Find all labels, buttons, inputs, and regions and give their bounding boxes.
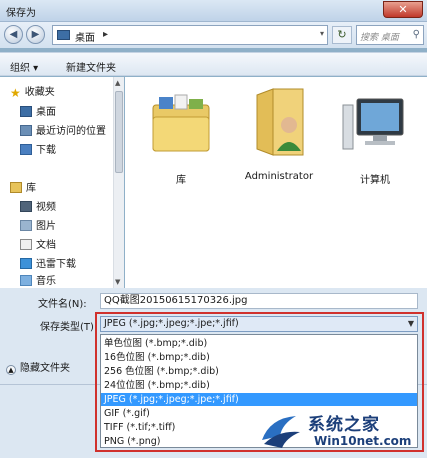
filename-label: 文件名(N):	[38, 299, 87, 310]
sidebar-item-downloads[interactable]: 下载	[20, 143, 56, 159]
refresh-button[interactable]: ↻	[332, 26, 352, 44]
hide-folders-toggle[interactable]: ▲ 隐藏文件夹	[6, 359, 70, 375]
navigation-bar: ◀ ▶ 桌面 ▸ ▾ ↻ 搜索 桌面 ⚲	[0, 22, 427, 48]
back-button[interactable]: ◀	[4, 25, 23, 44]
thunder-download-icon	[20, 258, 32, 269]
desktop-icon	[20, 106, 32, 117]
navigation-pane: ★ 收藏夹 桌面 最近访问的位置 下载 库 视频 图片 文档 迅雷下载 音乐 ▲ …	[0, 77, 124, 288]
address-bar[interactable]: 桌面 ▸ ▾	[52, 25, 328, 45]
music-icon	[20, 275, 32, 286]
chevron-up-icon: ▲	[6, 365, 16, 375]
sidebar-item-recent-places[interactable]: 最近访问的位置	[20, 124, 106, 140]
tile-computer[interactable]: 计算机	[331, 83, 419, 187]
command-toolbar: 组织 ▾ 新建文件夹	[0, 52, 427, 76]
sidebar-item-thunder-download[interactable]: 迅雷下载	[20, 257, 76, 273]
sidebar-item-favorites[interactable]: ★ 收藏夹	[10, 85, 55, 101]
search-box[interactable]: 搜索 桌面 ⚲	[356, 25, 424, 45]
sidebar-item-pictures[interactable]: 图片	[20, 219, 56, 235]
file-list: 库 Administrator 计算机	[125, 77, 427, 288]
sidebar-item-library[interactable]: 库	[10, 181, 36, 197]
desktop-folder-icon	[57, 30, 70, 40]
watermark-logo-icon	[262, 416, 300, 448]
tile-label: 库	[176, 175, 186, 186]
sidebar-scrollbar[interactable]: ▲ ▼	[113, 77, 124, 288]
tile-administrator[interactable]: Administrator	[231, 83, 327, 187]
scroll-down-icon[interactable]: ▼	[115, 278, 120, 286]
sidebar-item-documents[interactable]: 文档	[20, 238, 56, 254]
tile-label: 计算机	[360, 175, 390, 186]
watermark-site: Win10net.com	[314, 434, 412, 448]
close-button[interactable]: ✕	[383, 1, 423, 18]
window-title: 保存为	[6, 8, 36, 19]
pictures-icon	[20, 220, 32, 231]
address-crumb-desktop[interactable]: 桌面	[75, 29, 95, 44]
title-bar: 保存为 ✕	[0, 0, 427, 22]
new-folder-button[interactable]: 新建文件夹	[66, 59, 116, 74]
star-icon: ★	[10, 86, 21, 100]
user-folder-icon	[256, 88, 304, 156]
scroll-up-icon[interactable]: ▲	[115, 79, 120, 87]
address-dropdown-icon[interactable]: ▾	[320, 29, 324, 38]
downloads-icon	[20, 144, 32, 155]
video-icon	[20, 201, 32, 212]
library-icon	[10, 182, 22, 193]
scrollbar-thumb[interactable]	[115, 91, 123, 173]
sidebar-item-desktop[interactable]: 桌面	[20, 105, 56, 121]
tile-label: Administrator	[244, 171, 314, 182]
sidebar-item-music[interactable]: 音乐	[20, 274, 56, 286]
recent-places-icon	[20, 125, 32, 136]
tile-library[interactable]: 库	[137, 83, 225, 187]
filetype-label: 保存类型(T):	[40, 322, 98, 333]
sidebar-item-videos[interactable]: 视频	[20, 200, 56, 216]
watermark-title: 系统之家	[308, 415, 380, 435]
library-folder-icon	[152, 94, 210, 152]
organize-button[interactable]: 组织 ▾	[10, 59, 38, 74]
watermark: 系统之家 Win10net.com	[258, 406, 424, 454]
documents-icon	[20, 239, 32, 250]
search-placeholder: 搜索 桌面	[360, 33, 399, 43]
crumb-arrow-icon[interactable]: ▸	[103, 29, 108, 40]
computer-icon	[342, 98, 404, 150]
filename-input[interactable]: QQ截图20150615170326.jpg	[100, 293, 418, 309]
search-icon: ⚲	[412, 29, 420, 40]
forward-button[interactable]: ▶	[26, 25, 45, 44]
